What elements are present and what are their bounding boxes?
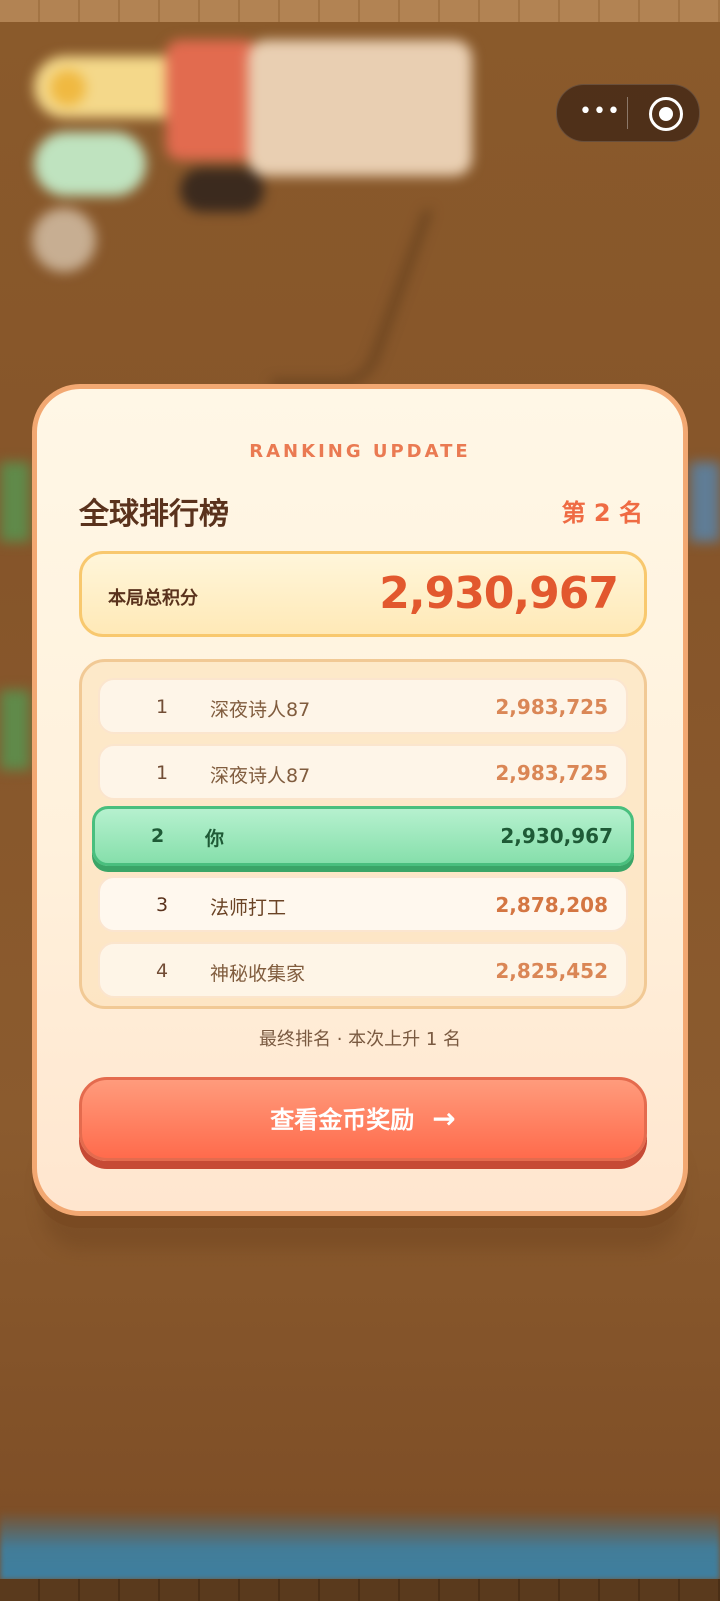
row-score: 2,983,725 [495,761,608,785]
coin-icon [50,70,86,106]
green-pill-button [34,132,146,196]
side-block [690,462,720,542]
row-score: 2,878,208 [495,893,608,917]
settings-circle [32,208,96,272]
rank-footnote: 最终排名 · 本次上升 1 名 [258,1029,462,1050]
water-waves [0,1510,720,1580]
row-score: 2,930,967 [500,824,613,848]
leaderboard-title: 全球排行榜 [79,497,229,532]
rope-line [269,210,433,388]
row-name: 深夜诗人87 [210,699,311,721]
row-rank: 4 [156,960,169,982]
cta-label: 查看金币奖励 [270,1106,415,1134]
ranking-modal: RANKING UPDATE 全球排行榜 第 2 名 本局总积分 2,930,9… [32,384,688,1216]
score-label: 本局总积分 [108,588,198,609]
top-wood-strip [0,0,720,22]
leaderboard-list: 1 深夜诗人87 2,983,725 1 深夜诗人87 2,983,725 2 … [79,659,647,1009]
leaderboard-row: 4 神秘收集家 2,825,452 [98,942,628,998]
leaderboard-row: 1 深夜诗人87 2,983,725 [98,744,628,800]
score-value: 2,930,967 [379,568,619,619]
total-score-box: 本局总积分 2,930,967 [79,551,647,637]
row-name: 神秘收集家 [210,963,306,985]
capsule-divider [627,97,628,129]
leaderboard-row: 3 法师打工 2,878,208 [98,876,628,932]
order-card [248,40,472,176]
bottom-wood-strip [0,1579,720,1601]
side-block [0,462,30,542]
row-rank: 1 [156,696,169,718]
view-coin-reward-button[interactable]: 查看金币奖励 → [79,1077,647,1161]
row-name: 深夜诗人87 [210,765,311,787]
more-icon[interactable]: ••• [575,99,625,127]
ranking-kicker: RANKING UPDATE [249,441,471,462]
arrow-right-icon: → [432,1102,456,1135]
miniprogram-capsule: ••• [556,84,700,142]
row-name: 你 [205,828,225,850]
row-rank: 2 [151,825,165,847]
row-rank: 1 [156,762,169,784]
leaderboard-row: 1 深夜诗人87 2,983,725 [98,678,628,734]
rank-badge: 第 2 名 [561,499,643,527]
row-name: 法师打工 [210,897,287,919]
tube-cap [180,168,264,212]
side-block [0,690,30,770]
tube-element [166,40,258,160]
leaderboard-row-self: 2 你 2,930,967 [92,806,634,866]
row-rank: 3 [156,894,169,916]
row-score: 2,983,725 [495,695,608,719]
close-target-icon[interactable] [649,97,683,131]
row-score: 2,825,452 [495,959,608,983]
